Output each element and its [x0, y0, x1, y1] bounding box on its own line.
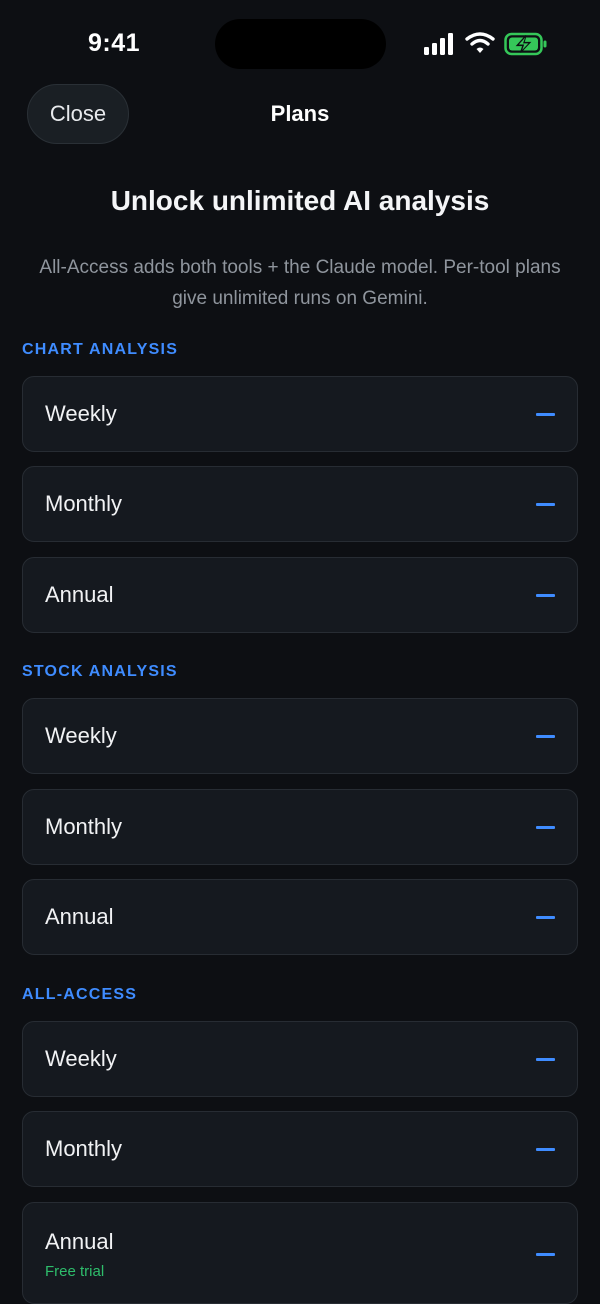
- plan-label: Weekly: [45, 401, 117, 426]
- plan-label: Weekly: [45, 723, 117, 748]
- status-icons: [424, 31, 548, 57]
- plan-label: Monthly: [45, 814, 123, 839]
- plan-price-placeholder: [536, 916, 555, 919]
- plan-option-stock-weekly[interactable]: Weekly: [22, 698, 578, 774]
- wifi-icon: [465, 32, 495, 53]
- plan-price-placeholder: [536, 503, 555, 506]
- plan-option-stock-annual[interactable]: Annual: [22, 879, 578, 955]
- nav-bar: Close Plans: [0, 84, 600, 146]
- status-time: 9:41: [88, 29, 141, 57]
- plan-label: Weekly: [45, 1046, 117, 1071]
- plan-price-placeholder: [536, 594, 555, 597]
- status-bar: 9:41: [0, 0, 600, 90]
- plan-option-chart-annual[interactable]: Annual: [22, 557, 578, 633]
- plan-price-placeholder: [536, 735, 555, 738]
- plan-option-all-access-monthly[interactable]: Monthly: [22, 1111, 578, 1187]
- free-trial-badge: Free trial: [45, 1263, 105, 1280]
- plan-option-all-access-annual[interactable]: Annual Free trial: [22, 1202, 578, 1304]
- battery-charging-icon: [504, 32, 547, 56]
- plan-option-stock-monthly[interactable]: Monthly: [22, 789, 578, 865]
- plan-price-placeholder: [536, 413, 555, 416]
- plan-label: Monthly: [45, 491, 123, 516]
- plan-label: Annual: [45, 582, 114, 607]
- plan-option-chart-monthly[interactable]: Monthly: [22, 466, 578, 542]
- hero-subtitle: All-Access adds both tools + the Claude …: [39, 257, 561, 309]
- hero-title: Unlock unlimited AI analysis: [110, 185, 490, 216]
- plan-label: Annual: [45, 1229, 114, 1254]
- plan-price-placeholder: [536, 1148, 555, 1151]
- plan-label: Monthly: [45, 1136, 123, 1161]
- page-title: Plans: [270, 101, 330, 126]
- section-label-all-access: ALL-ACCESS: [22, 986, 138, 1003]
- plan-option-all-access-weekly[interactable]: Weekly: [22, 1021, 578, 1097]
- cellular-signal-icon: [424, 33, 453, 55]
- plan-price-placeholder: [536, 826, 555, 829]
- plan-label: Annual: [45, 904, 114, 929]
- plan-price-placeholder: [536, 1058, 555, 1061]
- plan-price-placeholder: [536, 1253, 555, 1256]
- dynamic-island: [215, 19, 386, 69]
- plan-option-chart-weekly[interactable]: Weekly: [22, 376, 578, 452]
- section-label-stock-analysis: STOCK ANALYSIS: [22, 663, 178, 680]
- section-label-chart-analysis: CHART ANALYSIS: [22, 341, 179, 358]
